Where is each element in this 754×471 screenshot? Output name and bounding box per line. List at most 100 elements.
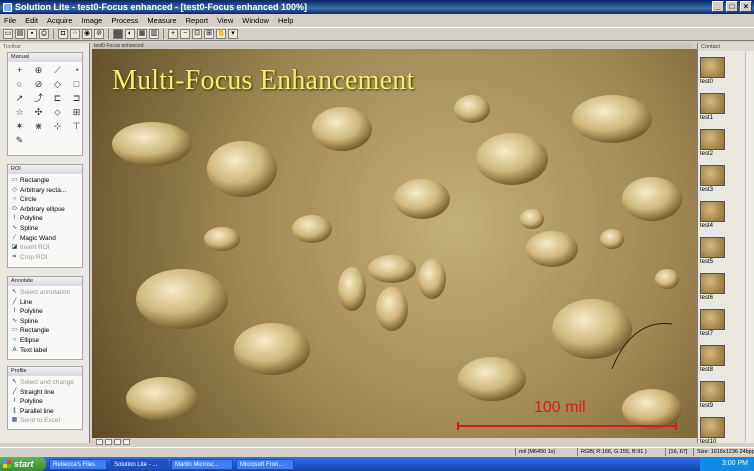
thumbnail[interactable]: test6 — [700, 273, 728, 302]
roi-invert-item[interactable]: ◪ Invert ROI — [11, 243, 79, 253]
profile-straight-line-item[interactable]: ╱ Straight line — [11, 388, 79, 398]
roi-arbitrary-ellipse-item[interactable]: ⬭ Arbitrary ellipse — [11, 205, 79, 215]
camera-icon[interactable]: ◘ — [58, 29, 68, 39]
thumbnail[interactable]: test9 — [700, 381, 728, 410]
grid-icon[interactable]: ▦ — [137, 29, 147, 39]
view-list-icon[interactable] — [105, 439, 112, 445]
profile-send-excel-item[interactable]: ▦ Send to Excel — [11, 416, 79, 426]
save-icon[interactable]: ▪ — [27, 29, 37, 39]
menu-view[interactable]: View — [217, 16, 233, 25]
roi-crop-item[interactable]: ⌗ Crop ROI — [11, 253, 79, 263]
profile-select-item[interactable]: ↖ Select and change — [11, 378, 79, 388]
close-button[interactable]: × — [740, 1, 752, 12]
task-martin-microscope[interactable]: Martin Microsc... — [171, 458, 233, 470]
scale-bar — [457, 422, 677, 430]
view-close-icon[interactable] — [123, 439, 130, 445]
bracket-left-tool-icon[interactable]: ⊏ — [52, 93, 63, 104]
target-tool-icon[interactable]: ⊕ — [33, 65, 44, 76]
roi-group: ROI ▭ Rectangle ◇ Arbitrary recta... ○ Circ… — [7, 164, 83, 268]
annotate-group-title: Annotate — [8, 277, 82, 286]
menu-measure[interactable]: Measure — [147, 16, 176, 25]
curve-tool-icon[interactable]: ⤴ — [33, 93, 44, 104]
menu-help[interactable]: Help — [278, 16, 293, 25]
thumbnail[interactable]: test7 — [700, 309, 728, 338]
annotate-ellipse-item[interactable]: ○ Ellipse — [11, 336, 79, 346]
menu-process[interactable]: Process — [111, 16, 138, 25]
line-tool-icon[interactable]: ⟋ — [52, 65, 63, 76]
annotate-polyline-item[interactable]: ⌇ Polyline — [11, 307, 79, 317]
stop-icon[interactable]: ⊘ — [94, 29, 104, 39]
rectangle-tool-icon[interactable]: □ — [71, 79, 82, 90]
thumbnail[interactable]: test0 — [700, 57, 728, 86]
profile-polyline-item[interactable]: ⌇ Polyline — [11, 397, 79, 407]
maximize-button[interactable]: □ — [726, 1, 738, 12]
menu-image[interactable]: Image — [81, 16, 102, 25]
arrow-tool-icon[interactable]: ↗ — [14, 93, 25, 104]
image-viewport[interactable]: Multi-Focus Enhancement 100 mil — [92, 49, 697, 438]
roi-rectangle-item[interactable]: ▭ Rectangle — [11, 176, 79, 186]
open-icon[interactable]: ▤ — [15, 29, 25, 39]
star-tool-icon[interactable]: ☆ — [14, 107, 25, 118]
zoom-fit-icon[interactable]: ⊡ — [192, 29, 202, 39]
zoom-out-icon[interactable]: − — [180, 29, 190, 39]
thumbnail[interactable]: test10 — [700, 417, 728, 446]
annotate-spline-item[interactable]: ∿ Spline — [11, 317, 79, 327]
annotate-rectangle-item[interactable]: ▭ Rectangle — [11, 326, 79, 336]
roi-polyline-item[interactable]: ⌇ Polyline — [11, 214, 79, 224]
palette-icon[interactable] — [113, 29, 123, 39]
roi-arbitrary-rect-item[interactable]: ◇ Arbitrary recta... — [11, 186, 79, 196]
thumbnail[interactable]: test3 — [700, 165, 728, 194]
spark-tool-icon[interactable]: ✶ — [14, 121, 25, 132]
cross-tool-icon[interactable]: ✣ — [33, 107, 44, 118]
crosshair-tool-icon[interactable]: + — [14, 65, 25, 76]
grayscale-icon[interactable]: ◐ — [125, 29, 135, 39]
circle-icon[interactable]: ◉ — [82, 29, 92, 39]
thumbnail[interactable]: test5 — [700, 237, 728, 266]
grid-tool-icon[interactable]: ⊞ — [71, 107, 82, 118]
menu-edit[interactable]: Edit — [25, 16, 38, 25]
roi-spline-item[interactable]: ∿ Spline — [11, 224, 79, 234]
task-microsoft-frontpage[interactable]: Microsoft Fron... — [236, 458, 294, 470]
thumbnail[interactable]: test2 — [700, 129, 728, 158]
pencil-tool-icon[interactable]: ✎ — [14, 135, 25, 146]
roi-magic-wand-item[interactable]: ⁄ Magic Wand — [11, 234, 79, 244]
view-grid-icon[interactable] — [96, 439, 103, 445]
circle-tool-icon[interactable]: ○ — [14, 79, 25, 90]
table-icon[interactable]: ▥ — [149, 29, 159, 39]
intersect-tool-icon[interactable]: ⊹ — [52, 121, 63, 132]
thumbnail[interactable]: test1 — [700, 93, 728, 122]
task-solution-lite[interactable]: Solution Lite - ... — [110, 458, 168, 470]
bracket-right-tool-icon[interactable]: ⊐ — [71, 93, 82, 104]
minimize-button[interactable]: _ — [712, 1, 724, 12]
menu-report[interactable]: Report — [186, 16, 209, 25]
zoom-in-icon[interactable]: + — [168, 29, 178, 39]
dots-icon[interactable]: ⁘ — [70, 29, 80, 39]
new-icon[interactable]: ▭ — [3, 29, 13, 39]
annotate-select-item[interactable]: ↖ Select annotation — [11, 288, 79, 298]
diamond-tool-icon[interactable]: ◇ — [52, 79, 63, 90]
print-icon[interactable]: ⎙ — [39, 29, 49, 39]
rhombus-tool-icon[interactable]: ⬦ — [52, 107, 63, 118]
zoom-actual-icon[interactable]: ⊞ — [204, 29, 214, 39]
task-rebeccas-files[interactable]: Rebecca's Files — [49, 458, 107, 470]
profile-parallel-line-item[interactable]: ∥ Parallel line — [11, 407, 79, 417]
view-chart-icon[interactable] — [114, 439, 121, 445]
points-tool-icon[interactable]: ⋇ — [33, 121, 44, 132]
annotate-text-label-item[interactable]: A Text label — [11, 346, 79, 356]
dropdown-icon[interactable]: ▾ — [228, 29, 238, 39]
thumbnail[interactable]: test8 — [700, 345, 728, 374]
hand-icon[interactable]: ✋ — [216, 29, 226, 39]
arc-tool-icon[interactable]: ⊘ — [33, 79, 44, 90]
tool-panel-tab[interactable]: Toolbar — [3, 44, 21, 50]
annotate-line-item[interactable]: ╱ Line — [11, 298, 79, 308]
menu-window[interactable]: Window — [242, 16, 269, 25]
menu-file[interactable]: File — [4, 16, 16, 25]
roi-circle-item[interactable]: ○ Circle — [11, 195, 79, 205]
thumbnail[interactable]: test4 — [700, 201, 728, 230]
menu-acquire[interactable]: Acquire — [47, 16, 72, 25]
perpendicular-tool-icon[interactable]: ⊤ — [71, 121, 82, 132]
contact-scrollbar[interactable] — [745, 52, 753, 442]
system-tray-clock[interactable]: 3:00 PM — [699, 457, 754, 471]
start-button[interactable]: start — [0, 457, 46, 471]
angle-tool-icon[interactable]: ◔ — [71, 65, 82, 76]
